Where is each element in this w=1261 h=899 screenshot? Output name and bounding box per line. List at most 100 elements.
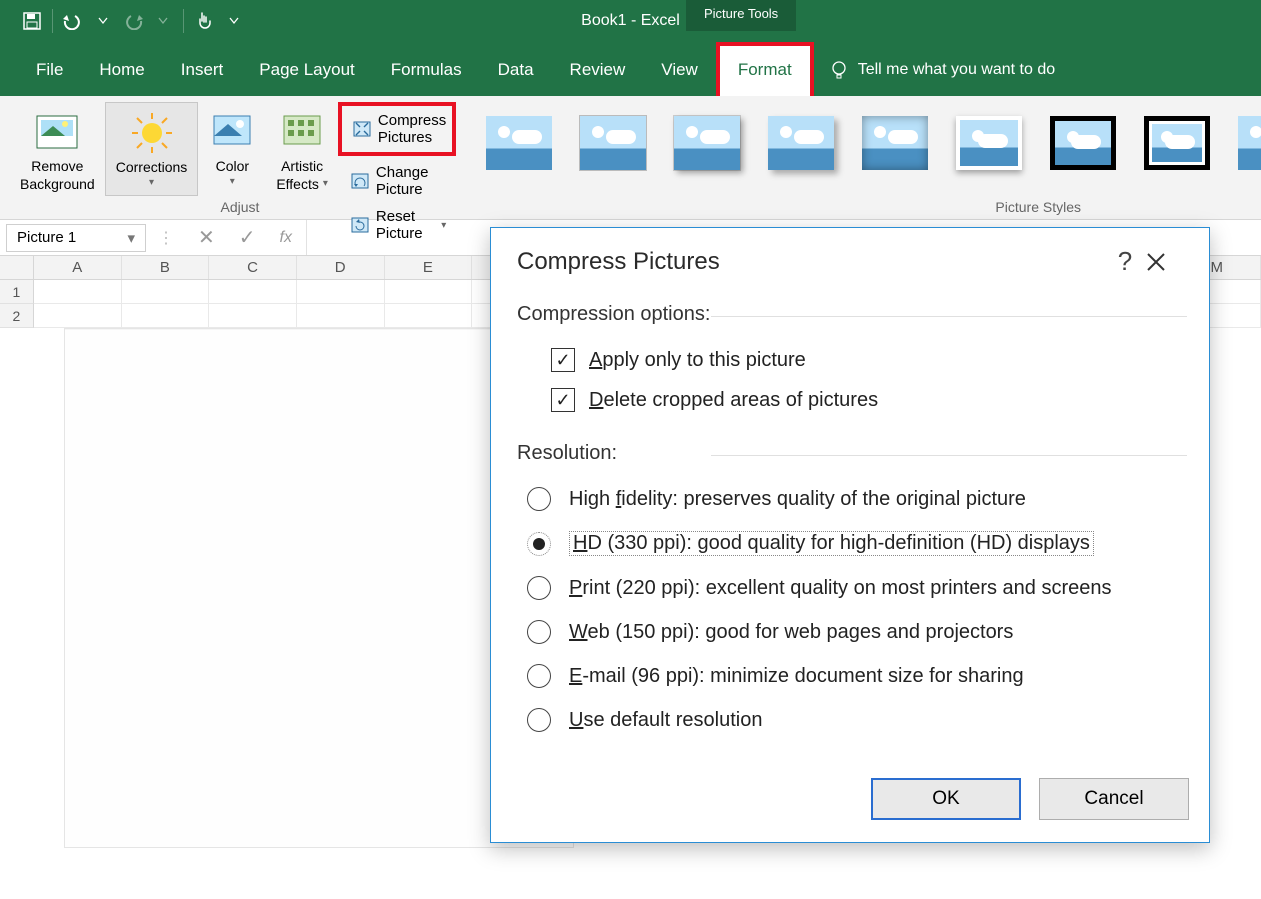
compress-label: Compress Pictures: [378, 112, 446, 146]
save-icon[interactable]: [20, 7, 44, 35]
artistic-label-2: Effects: [276, 176, 319, 192]
radio-web-150[interactable]: Web (150 ppi): good for web pages and pr…: [527, 610, 1185, 654]
help-button[interactable]: ?: [1105, 246, 1145, 277]
col-D[interactable]: D: [297, 256, 385, 279]
style-thumb-5[interactable]: [862, 116, 928, 170]
cell[interactable]: [385, 304, 473, 328]
cell[interactable]: [385, 280, 473, 304]
cell[interactable]: [297, 280, 385, 304]
tab-insert[interactable]: Insert: [163, 46, 242, 96]
tellme-search[interactable]: Tell me what you want to do: [830, 60, 1055, 96]
corrections-button[interactable]: Corrections ▾: [105, 102, 199, 196]
compress-icon: [352, 120, 372, 138]
reset-picture-button[interactable]: Reset Picture ▾: [346, 206, 450, 244]
tab-format[interactable]: Format: [720, 46, 810, 96]
style-thumb-6[interactable]: [956, 116, 1022, 170]
radio-email-96[interactable]: E-mail (96 ppi): minimize document size …: [527, 654, 1185, 698]
radio-default-label: Use default resolution: [569, 709, 762, 732]
reset-picture-icon: [350, 216, 370, 234]
section-resolution: Resolution:: [491, 438, 1209, 471]
artistic-effects-button[interactable]: Artistic Effects▾: [266, 102, 338, 198]
separator: [52, 9, 53, 33]
chevron-down-icon[interactable]: [91, 7, 115, 35]
artistic-label-1: Artistic: [281, 158, 323, 174]
formula-controls: ✕ ✓ fx: [180, 225, 292, 250]
context-tab-label: Picture Tools: [686, 0, 796, 31]
radio-high-fidelity[interactable]: High fidelity: preserves quality of the …: [527, 477, 1185, 521]
tab-formulas[interactable]: Formulas: [373, 46, 480, 96]
col-E[interactable]: E: [385, 256, 473, 279]
drag-handle-icon[interactable]: ⋮: [152, 228, 180, 248]
tellme-label: Tell me what you want to do: [858, 61, 1055, 79]
dialog-title-text: Compress Pictures: [517, 248, 720, 276]
tab-review[interactable]: Review: [552, 46, 644, 96]
checkbox-checked-icon: ✓: [551, 388, 575, 412]
tab-file[interactable]: File: [18, 46, 81, 96]
cell[interactable]: [122, 280, 210, 304]
col-C[interactable]: C: [209, 256, 297, 279]
change-picture-label: Change Picture: [376, 164, 446, 198]
radio-icon: [527, 487, 551, 511]
redo-icon[interactable]: [121, 7, 145, 35]
style-thumb-9[interactable]: [1238, 116, 1261, 170]
col-A[interactable]: A: [34, 256, 122, 279]
radio-hd-330[interactable]: HD (330 ppi): good quality for high-defi…: [527, 521, 1185, 566]
compress-highlight: Compress Pictures: [338, 102, 456, 156]
compress-pictures-button[interactable]: Compress Pictures: [342, 106, 452, 152]
cell[interactable]: [34, 304, 122, 328]
style-thumb-2[interactable]: [580, 116, 646, 170]
style-thumb-4[interactable]: [768, 116, 834, 170]
remove-background-icon: [33, 108, 81, 156]
cancel-button[interactable]: Cancel: [1039, 778, 1189, 820]
style-thumb-7[interactable]: [1050, 116, 1116, 170]
style-thumb-1[interactable]: [486, 116, 552, 170]
dialog-titlebar: Compress Pictures ?: [491, 228, 1209, 299]
group-adjust-label: Adjust: [150, 199, 330, 215]
rowhead-2[interactable]: 2: [0, 304, 34, 328]
chevron-down-icon[interactable]: [222, 7, 246, 35]
cell[interactable]: [122, 304, 210, 328]
color-icon: [208, 108, 256, 156]
name-box[interactable]: Picture 1 ▾: [6, 224, 146, 252]
enter-formula-icon[interactable]: ✓: [239, 225, 256, 250]
section-compression-options: Compression options:: [491, 299, 1209, 332]
quick-access-toolbar: [0, 7, 246, 35]
touch-mode-icon[interactable]: [192, 7, 216, 35]
cell[interactable]: [297, 304, 385, 328]
chk-apply-label: Apply only to this picture: [589, 349, 806, 372]
style-thumb-3[interactable]: [674, 116, 740, 170]
change-picture-button[interactable]: Change Picture: [346, 162, 450, 200]
tab-page-layout[interactable]: Page Layout: [241, 46, 372, 96]
style-thumb-8[interactable]: [1144, 116, 1210, 170]
radio-default-resolution[interactable]: Use default resolution: [527, 698, 1185, 742]
tab-home[interactable]: Home: [81, 46, 162, 96]
chk-delete-cropped[interactable]: ✓ Delete cropped areas of pictures: [551, 380, 1185, 420]
rowhead-1[interactable]: 1: [0, 280, 34, 304]
radio-print-220[interactable]: Print (220 ppi): excellent quality on mo…: [527, 566, 1185, 610]
compression-options: ✓ Apply only to this picture ✓ Delete cr…: [491, 332, 1209, 438]
tab-view[interactable]: View: [643, 46, 716, 96]
fx-icon[interactable]: fx: [280, 229, 292, 247]
ok-button[interactable]: OK: [871, 778, 1021, 820]
chevron-down-icon[interactable]: ▾: [127, 229, 135, 247]
select-all-corner[interactable]: [0, 256, 34, 279]
remove-bg-label-2: Background: [20, 176, 95, 192]
chevron-down-icon[interactable]: [151, 7, 175, 35]
color-button[interactable]: Color ▾: [198, 102, 266, 194]
cell[interactable]: [209, 304, 297, 328]
tab-data[interactable]: Data: [480, 46, 552, 96]
close-icon[interactable]: [1145, 251, 1185, 273]
cancel-formula-icon[interactable]: ✕: [198, 225, 215, 250]
chk-apply-only[interactable]: ✓ Apply only to this picture: [551, 340, 1185, 380]
radio-hd-label: HD (330 ppi): good quality for high-defi…: [569, 531, 1094, 556]
checkbox-checked-icon: ✓: [551, 348, 575, 372]
radio-web-label: Web (150 ppi): good for web pages and pr…: [569, 621, 1013, 644]
chk-delete-label: Delete cropped areas of pictures: [589, 389, 878, 412]
resolution-options: High fidelity: preserves quality of the …: [491, 471, 1209, 766]
undo-icon[interactable]: [61, 7, 85, 35]
cell[interactable]: [209, 280, 297, 304]
cell[interactable]: [34, 280, 122, 304]
remove-background-button[interactable]: Remove Background: [10, 102, 105, 198]
group-styles-label: Picture Styles: [995, 199, 1081, 215]
col-B[interactable]: B: [122, 256, 210, 279]
